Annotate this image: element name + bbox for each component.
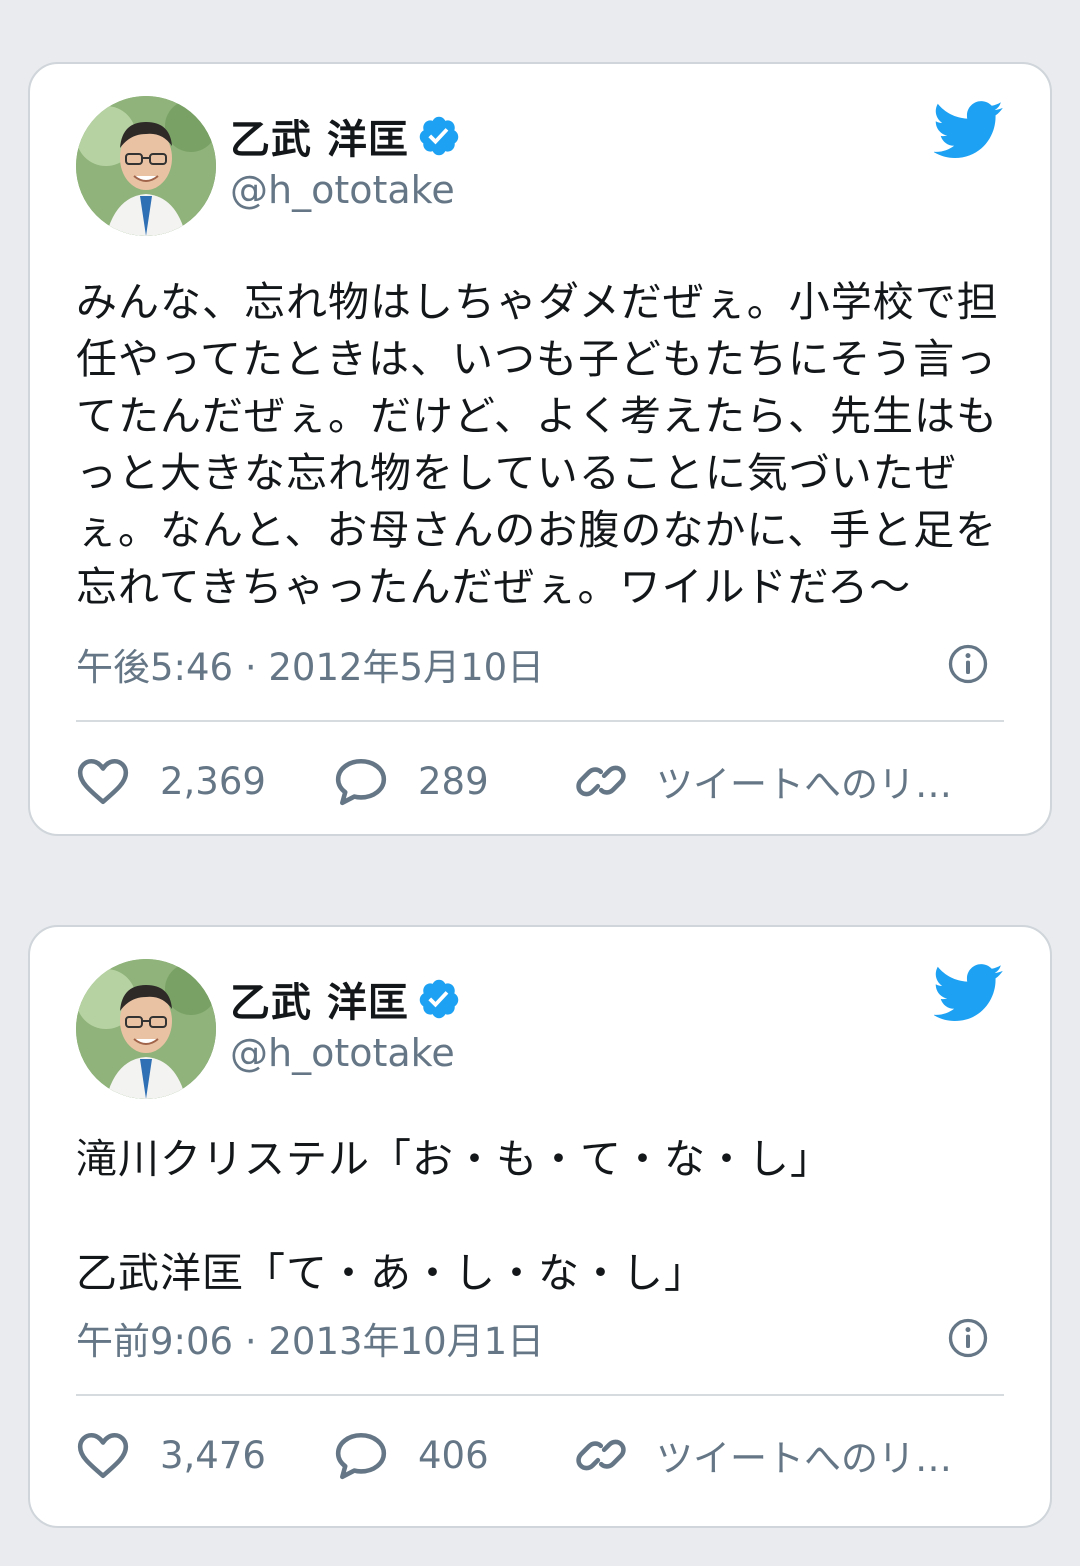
user-handle[interactable]: @h_ototake bbox=[230, 168, 461, 212]
avatar[interactable] bbox=[76, 96, 216, 236]
copy-link-button[interactable]: ツイートへのリ… bbox=[574, 1428, 952, 1482]
twitter-bird-icon[interactable] bbox=[934, 100, 1004, 160]
reply-count: 406 bbox=[418, 1433, 489, 1477]
reply-button[interactable]: 406 bbox=[334, 1430, 574, 1480]
like-count: 3,476 bbox=[160, 1433, 266, 1477]
info-icon[interactable] bbox=[948, 1318, 988, 1358]
user-handle[interactable]: @h_ototake bbox=[230, 1031, 461, 1075]
speech-bubble-icon bbox=[335, 758, 387, 806]
share-label: ツイートへのリ… bbox=[656, 1437, 952, 1480]
share-label: ツイートへのリ… bbox=[656, 763, 952, 806]
tweet-timestamp[interactable]: 午後5:46 · 2012年5月10日 bbox=[76, 637, 544, 691]
info-icon[interactable] bbox=[948, 644, 988, 684]
tweet-header: 乙武 洋匡 @h_ototake bbox=[76, 959, 1004, 1099]
display-name[interactable]: 乙武 洋匡 bbox=[230, 970, 409, 1028]
verified-badge-icon bbox=[419, 979, 459, 1019]
tweet-actions: 2,369 289 ツイートへのリ… bbox=[76, 722, 1004, 840]
speech-bubble-icon bbox=[335, 1432, 387, 1480]
tweet-meta: 午前9:06 · 2013年10月1日 bbox=[76, 1308, 1004, 1368]
tweet-meta: 午後5:46 · 2012年5月10日 bbox=[76, 634, 1004, 694]
tweet-actions: 3,476 406 ツイートへのリ… bbox=[76, 1396, 1004, 1514]
tweet-card[interactable]: 乙武 洋匡 @h_ototake 滝川クリステル「お・も・て・な・し」 乙武洋匡… bbox=[28, 925, 1052, 1528]
tweet-screenshot-page: 乙武 洋匡 @h_ototake みんな、忘れ物はしちゃダメだぜぇ。小学校で担任… bbox=[0, 0, 1080, 1566]
link-icon bbox=[576, 1439, 626, 1471]
twitter-bird-icon[interactable] bbox=[934, 963, 1004, 1023]
avatar[interactable] bbox=[76, 959, 216, 1099]
tweet-text: 滝川クリステル「お・も・て・な・し」 乙武洋匡「て・あ・し・な・し」 bbox=[76, 1135, 832, 1297]
like-count: 2,369 bbox=[160, 759, 266, 803]
tweet-header: 乙武 洋匡 @h_ototake bbox=[76, 96, 1004, 236]
heart-icon bbox=[77, 758, 129, 805]
link-icon bbox=[576, 765, 626, 797]
reply-button[interactable]: 289 bbox=[334, 756, 574, 806]
reply-count: 289 bbox=[418, 759, 489, 803]
verified-badge-icon bbox=[419, 116, 459, 156]
tweet-text: みんな、忘れ物はしちゃダメだぜぇ。小学校で担任やってたときは、いつも子どもたちに… bbox=[76, 278, 999, 611]
copy-link-button[interactable]: ツイートへのリ… bbox=[574, 754, 952, 808]
tweet-timestamp[interactable]: 午前9:06 · 2013年10月1日 bbox=[76, 1311, 544, 1365]
heart-icon bbox=[77, 1432, 129, 1479]
tweet-card[interactable]: 乙武 洋匡 @h_ototake みんな、忘れ物はしちゃダメだぜぇ。小学校で担任… bbox=[28, 62, 1052, 836]
like-button[interactable]: 3,476 bbox=[76, 1430, 316, 1480]
display-name[interactable]: 乙武 洋匡 bbox=[230, 107, 409, 165]
like-button[interactable]: 2,369 bbox=[76, 756, 316, 806]
